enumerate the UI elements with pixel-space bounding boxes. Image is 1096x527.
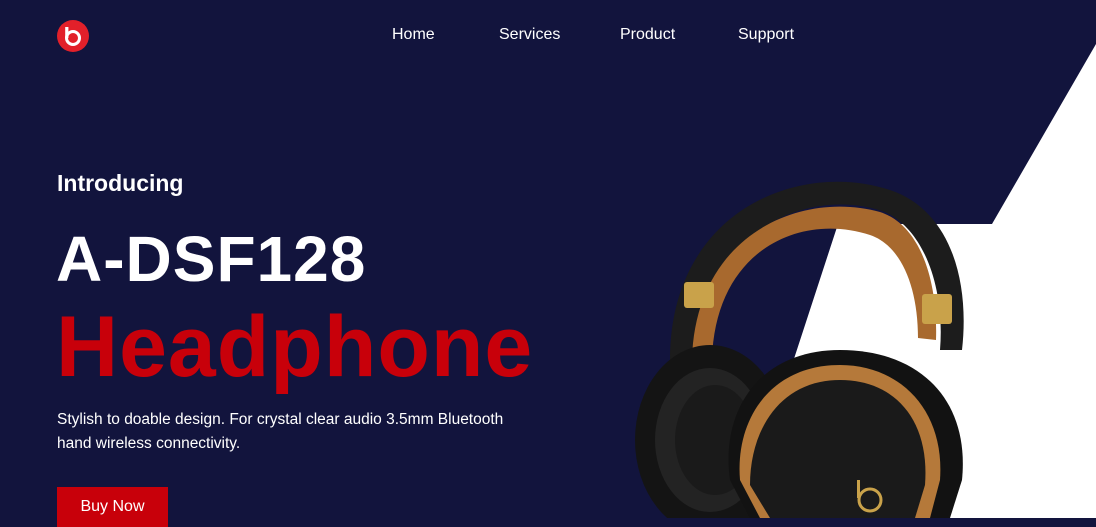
buy-now-button[interactable]: Buy Now (57, 487, 168, 527)
nav-link-home[interactable]: Home (392, 26, 435, 44)
beats-logo-icon[interactable] (57, 20, 89, 52)
hero-description: Stylish to doable design. For crystal cl… (57, 411, 504, 452)
headphone-image (635, 181, 964, 518)
nav-link-support[interactable]: Support (738, 26, 794, 44)
hero-product-title: Headphone (56, 299, 534, 395)
nav-link-product[interactable]: Product (620, 26, 675, 44)
hero-model-title: A-DSF128 (56, 223, 367, 295)
top-navbar: Home Services Product Support (0, 0, 1096, 70)
hero-eyebrow: Introducing (57, 170, 184, 196)
nav-link-services[interactable]: Services (499, 26, 560, 44)
